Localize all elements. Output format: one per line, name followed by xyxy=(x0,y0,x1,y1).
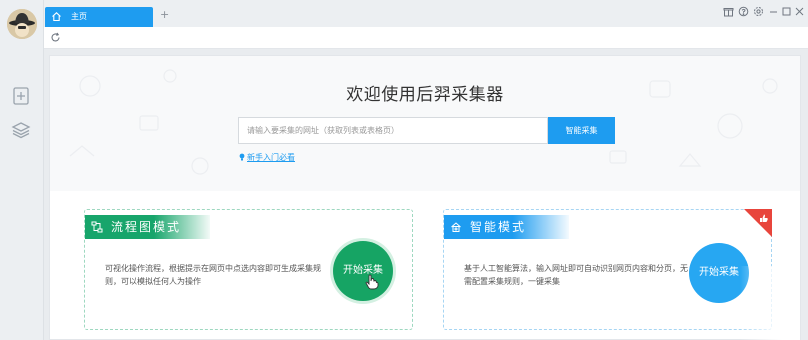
decorative-fade xyxy=(740,266,800,340)
card-header: 流程图模式 xyxy=(85,215,210,239)
card-description: 可视化操作流程，根据提示在网页中点选内容即可生成采集规则，可以模拟任何人为操作 xyxy=(105,264,321,286)
hero-section: 欢迎使用后羿采集器 请输入要采集的网址（获取列表或表格页） 智能采集 新手入门必… xyxy=(50,56,800,191)
card-description: 基于人工智能算法，输入网址即可自动识别网页内容和分页，无需配置采集规则，一键采集 xyxy=(464,264,688,286)
add-task-icon[interactable] xyxy=(11,86,31,106)
left-sidebar xyxy=(0,0,44,340)
guide-link-label: 新手入门必看 xyxy=(247,153,295,162)
gift-icon[interactable] xyxy=(723,6,734,17)
minimize-icon[interactable] xyxy=(768,6,779,17)
tab-label: 主页 xyxy=(71,12,87,21)
thumbs-up-icon xyxy=(744,209,772,237)
page-title: 欢迎使用后羿采集器 xyxy=(346,85,504,105)
refresh-icon[interactable] xyxy=(50,32,61,43)
flowchart-icon xyxy=(91,221,103,233)
card-header: 智能模式 xyxy=(444,215,569,239)
home-icon xyxy=(51,11,62,22)
start-flow-collect-button[interactable]: 开始采集 xyxy=(333,241,393,301)
help-icon[interactable] xyxy=(738,6,749,17)
layers-icon[interactable] xyxy=(11,120,31,140)
smart-mode-icon xyxy=(450,221,462,233)
smart-mode-card[interactable]: 智能模式 基于人工智能算法，输入网址即可自动识别网页内容和分页，无需配置采集规则… xyxy=(443,209,772,330)
smart-collect-button[interactable]: 智能采集 xyxy=(548,117,615,144)
user-avatar[interactable] xyxy=(7,9,37,39)
hand-cursor-icon xyxy=(365,274,379,290)
beginner-guide-link[interactable]: 新手入门必看 xyxy=(239,152,295,163)
flowchart-mode-card[interactable]: 流程图模式 可视化操作流程，根据提示在网页中点选内容即可生成采集规则，可以模拟任… xyxy=(84,209,413,330)
card-title: 流程图模式 xyxy=(111,220,182,234)
title-bar: 主页 + xyxy=(44,0,808,27)
new-tab-button[interactable]: + xyxy=(160,8,169,22)
toolbar xyxy=(44,27,808,49)
home-page: 欢迎使用后羿采集器 请输入要采集的网址（获取列表或表格页） 智能采集 新手入门必… xyxy=(49,55,801,340)
maximize-icon[interactable] xyxy=(781,6,792,17)
lightbulb-icon xyxy=(239,153,245,161)
settings-icon[interactable] xyxy=(753,6,764,17)
close-icon[interactable] xyxy=(794,6,805,17)
url-input[interactable]: 请输入要采集的网址（获取列表或表格页） xyxy=(238,117,548,144)
card-title: 智能模式 xyxy=(470,220,527,234)
tab-home[interactable]: 主页 xyxy=(45,7,153,27)
